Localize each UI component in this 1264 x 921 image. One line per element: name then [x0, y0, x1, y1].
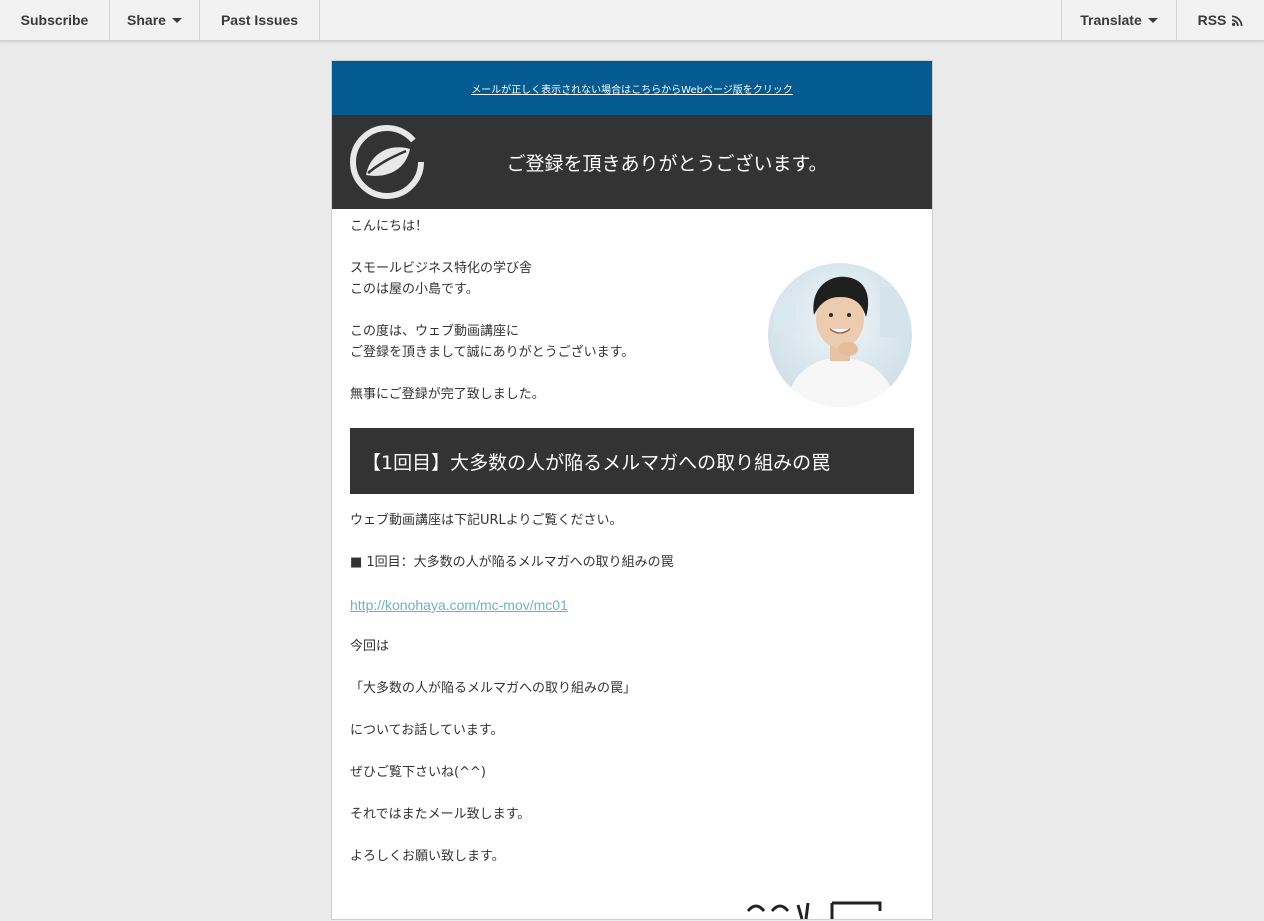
caret-down-icon [1147, 17, 1158, 23]
greeting-text: こんにちは！ [350, 219, 429, 234]
lesson-label: ■ 1回目：大多数の人が陥るメルマガへの取り組みの罠 [350, 555, 674, 570]
please-watch-text: ぜひご覧下さいね(^^) [350, 765, 486, 780]
share-label: Share [127, 12, 166, 28]
author-avatar [768, 263, 912, 407]
top-nav-bar: Subscribe Share Past Issues Translate RS… [0, 0, 1264, 41]
lesson-url-row: http://konohaya.com/mc-mov/mc01 [350, 595, 568, 617]
until-next-text: それではまたメール致します。 [350, 807, 531, 822]
caret-down-icon [171, 17, 182, 23]
rss-button[interactable]: RSS [1176, 0, 1264, 40]
talking-text: についてお話しています。 [350, 723, 504, 738]
subscribe-button[interactable]: Subscribe [0, 0, 110, 40]
web-version-link[interactable]: メールが正しく表示されない場合はこちらからWebページ版をクリック [471, 81, 793, 96]
rss-icon [1232, 15, 1243, 26]
email-container: メールが正しく表示されない場合はこちらからWebページ版をクリック ご登録を頂き… [331, 60, 933, 920]
banner-title: 【1回目】大多数の人が陥るメルマガへの取り組みの罠 [362, 451, 831, 474]
topic-quote-text: 「大多数の人が陥るメルマガへの取り組みの罠」 [350, 681, 637, 696]
thanks-line-2: ご登録を頂きまして誠にありがとうございます。 [350, 345, 635, 360]
rss-label: RSS [1197, 12, 1227, 28]
regards-text: よろしくお願い致します。 [350, 849, 505, 864]
url-intro-text: ウェブ動画講座は下記URLよりご覧ください。 [350, 513, 623, 528]
complete-text: 無事にご登録が完了致しました。 [350, 387, 545, 402]
translate-menu-button[interactable]: Translate [1061, 0, 1176, 40]
preheader-bar: メールが正しく表示されない場合はこちらからWebページ版をクリック [332, 61, 932, 115]
share-menu-button[interactable]: Share [110, 0, 200, 40]
past-issues-button[interactable]: Past Issues [200, 0, 320, 40]
lesson-banner: 【1回目】大多数の人が陥るメルマガへの取り組みの罠 [350, 428, 914, 494]
header-title: ご登録を頂きありがとうございます。 [506, 152, 828, 175]
intro-line-1: スモールビジネス特化の学び舎 [350, 261, 533, 276]
signature-logo [746, 901, 882, 920]
this-time-text: 今回は [350, 639, 390, 654]
lesson-url-link[interactable]: http://konohaya.com/mc-mov/mc01 [350, 597, 568, 613]
thanks-line-1: この度は、ウェブ動画講座に [350, 324, 520, 339]
email-header: ご登録を頂きありがとうございます。 [332, 115, 932, 209]
intro-line-2: このは屋の小島です。 [350, 282, 479, 297]
translate-label: Translate [1080, 12, 1142, 28]
past-issues-label: Past Issues [220, 12, 299, 28]
subscribe-label: Subscribe [20, 12, 89, 28]
leaf-logo-icon [350, 125, 424, 199]
